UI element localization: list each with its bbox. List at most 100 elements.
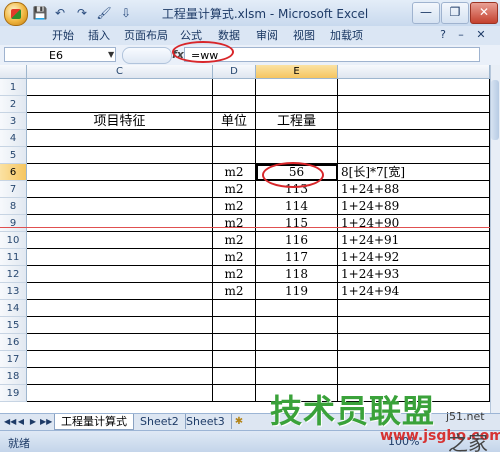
- cell-e13[interactable]: 119: [256, 283, 338, 300]
- row-header[interactable]: 2: [0, 96, 27, 113]
- cell-e18[interactable]: [256, 368, 338, 385]
- cell-c7[interactable]: [27, 181, 213, 198]
- cell-d19[interactable]: [213, 385, 256, 402]
- cell-c13[interactable]: [27, 283, 213, 300]
- cell-e11[interactable]: 117: [256, 249, 338, 266]
- tab-addins[interactable]: 加载项: [330, 28, 363, 43]
- cell-c8[interactable]: [27, 198, 213, 215]
- last-sheet-icon[interactable]: ▶▶: [40, 416, 52, 428]
- cell-e9[interactable]: 115: [256, 215, 338, 232]
- sheet-tab-2[interactable]: Sheet2: [134, 414, 186, 429]
- cell-f7[interactable]: 1+24+88: [338, 181, 490, 198]
- cell-d1[interactable]: [213, 79, 256, 96]
- cell-c2[interactable]: [27, 96, 213, 113]
- cell-d18[interactable]: [213, 368, 256, 385]
- cell-c10[interactable]: [27, 232, 213, 249]
- cell-f16[interactable]: [338, 334, 490, 351]
- row-header[interactable]: 11: [0, 249, 27, 266]
- column-header-f[interactable]: [338, 65, 490, 78]
- cell-e14[interactable]: [256, 300, 338, 317]
- cell-d14[interactable]: [213, 300, 256, 317]
- insert-sheet-icon[interactable]: ✱: [232, 415, 246, 428]
- row-header[interactable]: 4: [0, 130, 27, 147]
- row-header[interactable]: 12: [0, 266, 27, 283]
- customize-toolbar-icon[interactable]: ⇩: [118, 5, 134, 21]
- cell-c5[interactable]: [27, 147, 213, 164]
- cell-f8[interactable]: 1+24+89: [338, 198, 490, 215]
- row-header[interactable]: 9: [0, 215, 27, 232]
- row-header[interactable]: 19: [0, 385, 27, 402]
- cell-c17[interactable]: [27, 351, 213, 368]
- cell-c18[interactable]: [27, 368, 213, 385]
- cell-e17[interactable]: [256, 351, 338, 368]
- scrollbar-thumb[interactable]: [491, 80, 499, 140]
- cell-e4[interactable]: [256, 130, 338, 147]
- cell-f15[interactable]: [338, 317, 490, 334]
- cell-c14[interactable]: [27, 300, 213, 317]
- cell-e15[interactable]: [256, 317, 338, 334]
- cell-f10[interactable]: 1+24+91: [338, 232, 490, 249]
- cell-c4[interactable]: [27, 130, 213, 147]
- cell-f14[interactable]: [338, 300, 490, 317]
- cell-c1[interactable]: [27, 79, 213, 96]
- help-icon[interactable]: ?: [436, 28, 450, 42]
- cell-d15[interactable]: [213, 317, 256, 334]
- tab-page-layout[interactable]: 页面布局: [124, 28, 168, 43]
- workbook-close-icon[interactable]: ✕: [474, 28, 488, 42]
- name-box[interactable]: E6: [4, 47, 116, 62]
- cell-e10[interactable]: 116: [256, 232, 338, 249]
- cell-f1[interactable]: [338, 79, 490, 96]
- office-button[interactable]: [4, 2, 28, 26]
- sheet-tab-3[interactable]: Sheet3: [180, 414, 232, 429]
- cell-f12[interactable]: 1+24+93: [338, 266, 490, 283]
- cell-f2[interactable]: [338, 96, 490, 113]
- cell-e3[interactable]: 工程量: [256, 113, 338, 130]
- format-painter-icon[interactable]: 🖌: [96, 5, 112, 21]
- cell-d3[interactable]: 单位: [213, 113, 256, 130]
- cell-d7[interactable]: m2: [213, 181, 256, 198]
- close-button[interactable]: ✕: [470, 2, 498, 24]
- cell-c3[interactable]: 项目特征: [27, 113, 213, 130]
- workbook-minimize-icon[interactable]: –: [454, 28, 468, 42]
- cell-f17[interactable]: [338, 351, 490, 368]
- cell-d8[interactable]: m2: [213, 198, 256, 215]
- cell-f13[interactable]: 1+24+94: [338, 283, 490, 300]
- cell-e1[interactable]: [256, 79, 338, 96]
- cell-d4[interactable]: [213, 130, 256, 147]
- cell-d5[interactable]: [213, 147, 256, 164]
- cell-e8[interactable]: 114: [256, 198, 338, 215]
- cell-f5[interactable]: [338, 147, 490, 164]
- cell-e16[interactable]: [256, 334, 338, 351]
- redo-icon[interactable]: ↷: [74, 5, 90, 21]
- cell-c12[interactable]: [27, 266, 213, 283]
- save-icon[interactable]: 💾: [32, 5, 48, 21]
- tab-insert[interactable]: 插入: [88, 28, 110, 43]
- first-sheet-icon[interactable]: ◀◀: [4, 416, 16, 428]
- cell-c16[interactable]: [27, 334, 213, 351]
- cell-f18[interactable]: [338, 368, 490, 385]
- tab-review[interactable]: 审阅: [256, 28, 278, 43]
- prev-sheet-icon[interactable]: ◀: [16, 416, 26, 428]
- row-header[interactable]: 3: [0, 113, 27, 130]
- cell-f3[interactable]: [338, 113, 490, 130]
- row-header[interactable]: 1: [0, 79, 27, 96]
- row-header[interactable]: 17: [0, 351, 27, 368]
- cell-d2[interactable]: [213, 96, 256, 113]
- column-header-c[interactable]: C: [27, 65, 213, 78]
- next-sheet-icon[interactable]: ▶: [28, 416, 38, 428]
- cell-e12[interactable]: 118: [256, 266, 338, 283]
- undo-icon[interactable]: ↶: [52, 5, 68, 21]
- cell-d11[interactable]: m2: [213, 249, 256, 266]
- cell-c15[interactable]: [27, 317, 213, 334]
- minimize-button[interactable]: —: [412, 2, 440, 24]
- row-header[interactable]: 16: [0, 334, 27, 351]
- cell-c11[interactable]: [27, 249, 213, 266]
- restore-button[interactable]: ❐: [441, 2, 469, 24]
- cell-f11[interactable]: 1+24+92: [338, 249, 490, 266]
- row-header[interactable]: 10: [0, 232, 27, 249]
- row-header[interactable]: 15: [0, 317, 27, 334]
- cell-f4[interactable]: [338, 130, 490, 147]
- row-header[interactable]: 13: [0, 283, 27, 300]
- cell-c19[interactable]: [27, 385, 213, 402]
- row-header[interactable]: 18: [0, 368, 27, 385]
